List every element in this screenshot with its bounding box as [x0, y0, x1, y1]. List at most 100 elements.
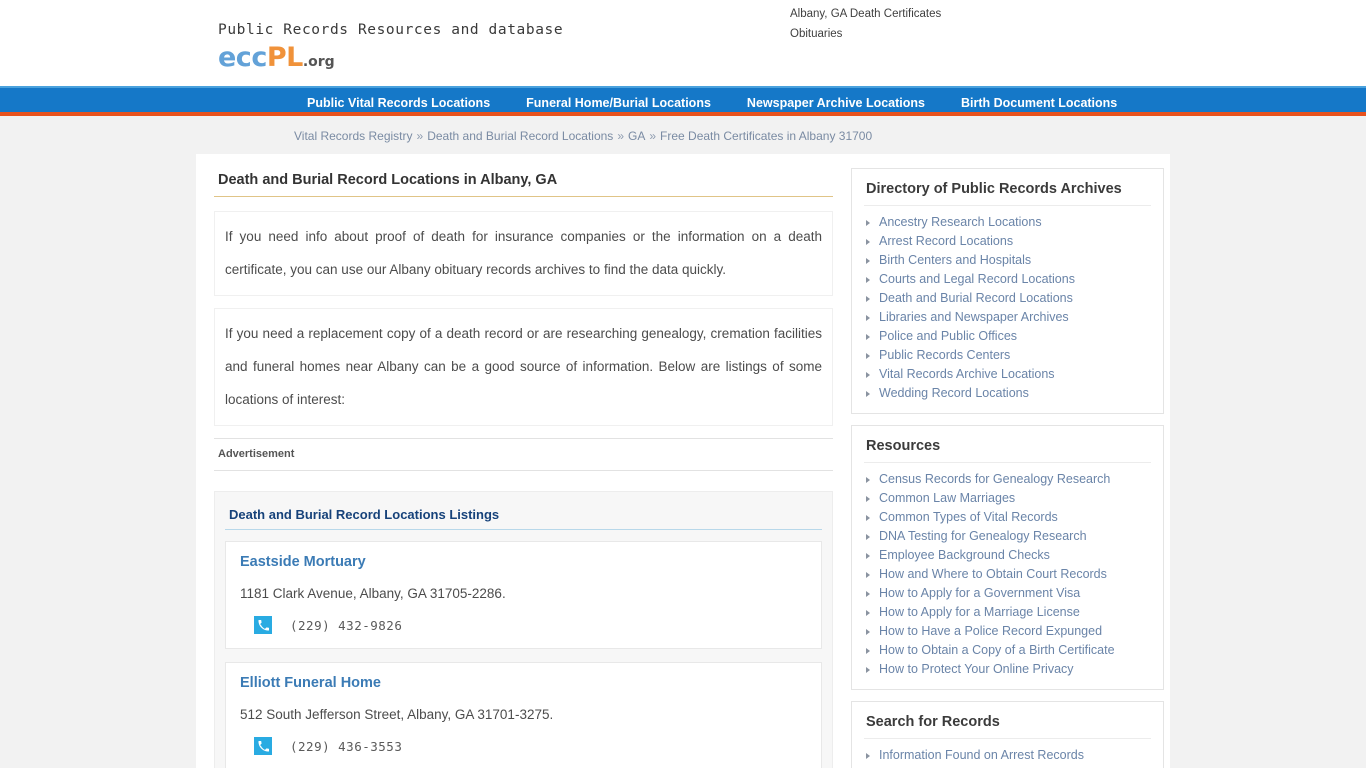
advertisement-label: Advertisement — [218, 448, 295, 460]
list-item: Arrest Record Locations — [864, 232, 1151, 251]
triangle-right-icon — [866, 590, 870, 597]
list-item: How to Obtain a Copy of a Birth Certific… — [864, 641, 1151, 660]
triangle-right-icon — [866, 609, 870, 616]
advertisement-slot: Advertisement — [214, 438, 833, 471]
brand-tagline: Public Records Resources and database — [218, 22, 564, 38]
sidebar-link[interactable]: Vital Records Archive Locations — [879, 365, 1055, 384]
listing-name-link[interactable]: Elliott Funeral Home — [240, 675, 807, 691]
triangle-right-icon — [866, 333, 870, 340]
sidebar-link[interactable]: Libraries and Newspaper Archives — [879, 308, 1069, 327]
triangle-right-icon — [866, 295, 870, 302]
sidebar-box: Resources Census Records for Genealogy Re… — [851, 425, 1164, 690]
nav-item-0[interactable]: Public Vital Records Locations — [294, 88, 503, 118]
sidebar-link[interactable]: Common Law Marriages — [879, 489, 1015, 508]
triangle-right-icon — [866, 314, 870, 321]
sidebar-box-title: Directory of Public Records Archives — [864, 179, 1151, 206]
sidebar-link[interactable]: How to Obtain a Copy of a Birth Certific… — [879, 641, 1115, 660]
listings-container: Eastside Mortuary 1181 Clark Avenue, Alba… — [225, 541, 822, 768]
breadcrumb-item-3[interactable]: Free Death Certificates in Albany 31700 — [660, 129, 872, 143]
brand-block[interactable]: Public Records Resources and database ec… — [218, 22, 563, 71]
listing-address: 512 South Jefferson Street, Albany, GA 3… — [240, 707, 554, 722]
sidebar-link[interactable]: How to Have a Police Record Expunged — [879, 622, 1102, 641]
breadcrumb-separator: » — [649, 129, 657, 143]
triangle-right-icon — [866, 571, 870, 578]
list-item: Vital Records Archive Locations — [864, 365, 1151, 384]
list-item: Police and Public Offices — [864, 327, 1151, 346]
list-item: Birth Centers and Hospitals — [864, 251, 1151, 270]
breadcrumb-item-2[interactable]: GA — [628, 129, 645, 143]
list-item: How and Where to Obtain Court Records — [864, 565, 1151, 584]
sidebar-box: Search for Records Information Found on A… — [851, 701, 1164, 768]
list-item: Census Records for Genealogy Research — [864, 470, 1151, 489]
header-context-line-1: Albany, GA Death Certificates — [790, 8, 942, 20]
sidebar-link[interactable]: Public Records Centers — [879, 346, 1010, 365]
logo-part-ecc: ecc — [218, 42, 267, 73]
list-item: Common Law Marriages — [864, 489, 1151, 508]
sidebar-link[interactable]: Common Types of Vital Records — [879, 508, 1058, 527]
site-logo[interactable]: eccPL.org — [218, 44, 563, 71]
triangle-right-icon — [866, 257, 870, 264]
triangle-right-icon — [866, 666, 870, 673]
sidebar-link[interactable]: Birth Centers and Hospitals — [879, 251, 1031, 270]
list-item: How to Have a Police Record Expunged — [864, 622, 1151, 641]
sidebar-link[interactable]: Ancestry Research Locations — [879, 213, 1042, 232]
triangle-right-icon — [866, 219, 870, 226]
list-item: How to Protect Your Online Privacy — [864, 660, 1151, 679]
list-item: DNA Testing for Genealogy Research — [864, 527, 1151, 546]
triangle-right-icon — [866, 352, 870, 359]
list-item: Public Records Centers — [864, 346, 1151, 365]
listing-card: Eastside Mortuary 1181 Clark Avenue, Alba… — [225, 541, 822, 649]
sidebar-link[interactable]: DNA Testing for Genealogy Research — [879, 527, 1087, 546]
sidebar-link-list: Information Found on Arrest RecordsMormo… — [864, 746, 1151, 768]
list-item: Employee Background Checks — [864, 546, 1151, 565]
listing-address: 1181 Clark Avenue, Albany, GA 31705-2286… — [240, 586, 506, 601]
sidebar-box-title: Search for Records — [864, 712, 1151, 739]
sidebar-link[interactable]: Employee Background Checks — [879, 546, 1050, 565]
triangle-right-icon — [866, 390, 870, 397]
sidebar-link-list: Census Records for Genealogy Research Com… — [864, 470, 1151, 679]
sidebar-box: Directory of Public Records Archives Ance… — [851, 168, 1164, 414]
listing-phone-number[interactable]: (229) 432-9826 — [290, 618, 402, 633]
triangle-right-icon — [866, 495, 870, 502]
list-item: Ancestry Research Locations — [864, 213, 1151, 232]
sidebar-link[interactable]: Information Found on Arrest Records — [879, 746, 1084, 765]
sidebar-link[interactable]: How to Protect Your Online Privacy — [879, 660, 1074, 679]
breadcrumb-item-1[interactable]: Death and Burial Record Locations — [427, 129, 613, 143]
triangle-right-icon — [866, 533, 870, 540]
nav-item-3[interactable]: Birth Document Locations — [948, 88, 1130, 118]
sidebar-link[interactable]: How and Where to Obtain Court Records — [879, 565, 1107, 584]
list-item: Common Types of Vital Records — [864, 508, 1151, 527]
sidebar-link[interactable]: Courts and Legal Record Locations — [879, 270, 1075, 289]
sidebar-link-list: Ancestry Research Locations Arrest Record… — [864, 213, 1151, 403]
sidebar-box-title: Resources — [864, 436, 1151, 463]
triangle-right-icon — [866, 514, 870, 521]
triangle-right-icon — [866, 628, 870, 635]
listing-card: Elliott Funeral Home 512 South Jefferson … — [225, 662, 822, 768]
sidebar-link[interactable]: Arrest Record Locations — [879, 232, 1013, 251]
site-header: Public Records Resources and database ec… — [0, 0, 1366, 86]
sidebar-link[interactable]: Wedding Record Locations — [879, 384, 1029, 403]
sidebar-link[interactable]: Death and Burial Record Locations — [879, 289, 1073, 308]
list-item: Death and Burial Record Locations — [864, 289, 1151, 308]
sidebar-link[interactable]: Census Records for Genealogy Research — [879, 470, 1110, 489]
page-container: Death and Burial Record Locations in Alb… — [196, 154, 1170, 768]
listings-section-title: Death and Burial Record Locations Listin… — [225, 504, 822, 530]
list-item: How to Apply for a Marriage License — [864, 603, 1151, 622]
sidebar: Directory of Public Records Archives Ance… — [851, 154, 1170, 768]
page-title: Death and Burial Record Locations in Alb… — [214, 168, 833, 197]
triangle-right-icon — [866, 276, 870, 283]
triangle-right-icon — [866, 476, 870, 483]
sidebar-link[interactable]: Police and Public Offices — [879, 327, 1017, 346]
listings-section: Death and Burial Record Locations Listin… — [214, 491, 833, 768]
breadcrumb-item-0[interactable]: Vital Records Registry — [294, 129, 413, 143]
main-navigation: Public Vital Records Locations Funeral Ho… — [0, 86, 1366, 116]
sidebar-link[interactable]: How to Apply for a Marriage License — [879, 603, 1080, 622]
nav-item-1[interactable]: Funeral Home/Burial Locations — [513, 88, 724, 118]
nav-item-2[interactable]: Newspaper Archive Locations — [734, 88, 938, 118]
phone-icon — [254, 737, 272, 755]
sidebar-link[interactable]: How to Apply for a Government Visa — [879, 584, 1080, 603]
listing-phone-number[interactable]: (229) 436-3553 — [290, 739, 402, 754]
listing-name-link[interactable]: Eastside Mortuary — [240, 554, 807, 570]
list-item: Wedding Record Locations — [864, 384, 1151, 403]
triangle-right-icon — [866, 552, 870, 559]
